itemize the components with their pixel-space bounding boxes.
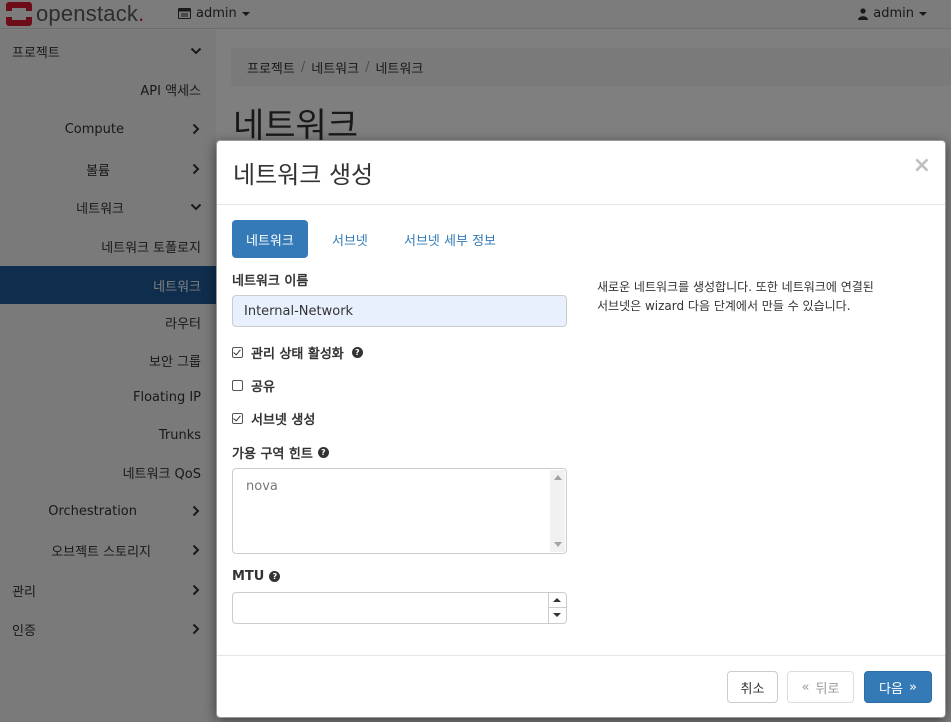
shared-label: 공유: [251, 380, 275, 395]
back-button[interactable]: « 뒤로: [787, 671, 854, 703]
scroll-up-icon[interactable]: [554, 475, 562, 480]
modal-header: 네트워크 생성 ×: [217, 141, 945, 205]
scrollbar[interactable]: [550, 470, 565, 552]
mtu-input[interactable]: [232, 592, 567, 624]
modal-footer-divider: [217, 655, 945, 656]
create-subnet-label: 서브넷 생성: [251, 413, 316, 428]
admin-state-row: 관리 상태 활성화 ?: [232, 343, 363, 362]
stepper-down-icon[interactable]: [549, 608, 566, 623]
help-icon[interactable]: ?: [351, 347, 363, 358]
admin-state-checkbox[interactable]: [232, 347, 243, 358]
close-icon[interactable]: ×: [913, 153, 931, 178]
az-hints-label-text: 가용 구역 힌트: [232, 447, 313, 462]
double-left-icon: «: [801, 679, 810, 695]
mtu-label: MTU ?: [232, 569, 281, 584]
help-text-line: 서브넷은 wizard 다음 단계에서 만들 수 있습니다.: [597, 299, 851, 313]
help-icon[interactable]: ?: [317, 447, 329, 458]
tab-subnet-details[interactable]: 서브넷 세부 정보: [390, 220, 510, 258]
shared-row: 공유: [232, 376, 275, 395]
az-hints-label: 가용 구역 힌트 ?: [232, 443, 329, 462]
create-network-modal: 네트워크 생성 × 네트워크 서브넷 서브넷 세부 정보 네트워크 이름 Int…: [216, 140, 946, 718]
help-icon[interactable]: ?: [269, 571, 281, 582]
next-button-label: 다음: [879, 681, 903, 697]
create-subnet-row: 서브넷 생성: [232, 409, 315, 428]
admin-state-label: 관리 상태 활성화: [251, 347, 344, 362]
scroll-down-icon[interactable]: [554, 542, 562, 547]
shared-checkbox[interactable]: [232, 380, 243, 391]
network-name-label: 네트워크 이름: [232, 270, 308, 289]
network-name-label-text: 네트워크 이름: [232, 274, 309, 289]
network-name-value: Internal-Network: [244, 303, 354, 319]
next-button[interactable]: 다음 »: [864, 671, 932, 703]
help-text-line: 새로운 네트워크를 생성합니다. 또한 네트워크에 연결된: [597, 280, 874, 294]
tab-network[interactable]: 네트워크: [232, 220, 308, 258]
create-subnet-checkbox[interactable]: [232, 413, 243, 424]
network-name-input[interactable]: Internal-Network: [232, 295, 567, 327]
back-button-label: 뒤로: [815, 681, 840, 697]
double-right-icon: »: [908, 679, 917, 695]
az-hints-select[interactable]: nova: [232, 468, 567, 554]
stepper-up-icon[interactable]: [549, 593, 566, 608]
mtu-stepper[interactable]: [548, 593, 566, 623]
cancel-button[interactable]: 취소: [727, 671, 778, 703]
cancel-button-label: 취소: [740, 681, 765, 697]
mtu-label-text: MTU: [232, 569, 265, 584]
help-text: 새로운 네트워크를 생성합니다. 또한 네트워크에 연결된 서브넷은 wizar…: [597, 278, 927, 316]
az-hints-option[interactable]: nova: [246, 479, 278, 494]
tab-subnet[interactable]: 서브넷: [318, 220, 382, 258]
modal-title: 네트워크 생성: [233, 161, 374, 189]
